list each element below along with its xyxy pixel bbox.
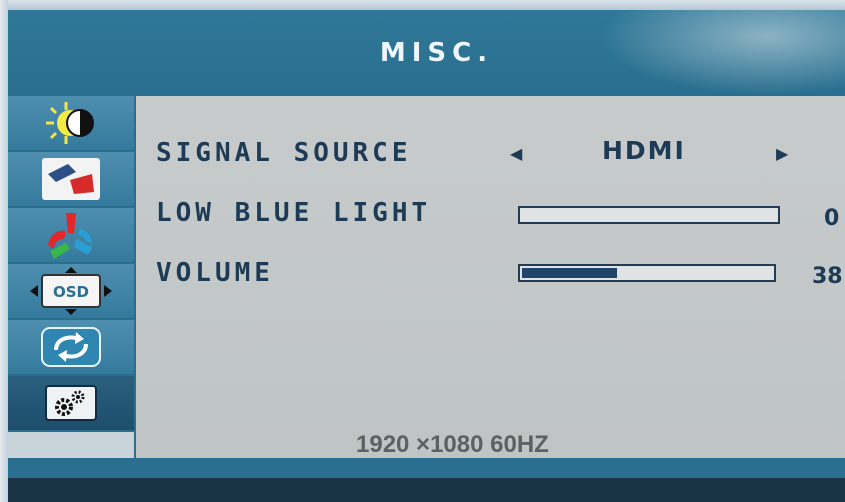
volume-label: VOLUME <box>156 258 274 288</box>
monitor-bezel-left <box>0 0 8 502</box>
reset-icon <box>41 327 101 367</box>
tab-image[interactable] <box>8 152 134 208</box>
osd-title: MISC. <box>379 38 494 68</box>
volume-slider-fill <box>522 268 617 278</box>
color-icon <box>48 213 92 259</box>
osd-menu: MISC. OSD SIGNAL SOURCE ◀ HDMI ▶ LOW BLU… <box>8 10 845 478</box>
monitor-bezel-bottom <box>8 478 845 502</box>
osd-title-bar: MISC. <box>8 10 845 96</box>
image-icon <box>42 158 100 200</box>
volume-value: 38 <box>812 264 843 289</box>
signal-source-left-arrow[interactable]: ◀ <box>510 144 522 163</box>
osd-content-panel: SIGNAL SOURCE ◀ HDMI ▶ LOW BLUE LIGHT 0 … <box>136 96 845 458</box>
tab-brightness-contrast[interactable] <box>8 96 134 152</box>
osd-icon: OSD <box>30 267 112 315</box>
monitor-bezel-top <box>0 0 845 10</box>
low-blue-light-slider[interactable] <box>518 206 780 224</box>
low-blue-light-label: LOW BLUE LIGHT <box>156 198 432 228</box>
gears-icon <box>45 385 97 421</box>
tab-color[interactable] <box>8 208 134 264</box>
signal-source-label: SIGNAL SOURCE <box>156 138 412 168</box>
signal-source-right-arrow[interactable]: ▶ <box>776 144 788 163</box>
tab-misc[interactable] <box>8 376 134 432</box>
tab-reset[interactable] <box>8 320 134 376</box>
osd-icon-text: OSD <box>53 283 89 301</box>
brightness-contrast-icon <box>46 102 94 144</box>
low-blue-light-value: 0 <box>824 206 840 231</box>
signal-source-value: HDMI <box>602 136 686 165</box>
volume-slider[interactable] <box>518 264 776 282</box>
tab-osd[interactable]: OSD <box>8 264 134 320</box>
osd-sidebar: OSD <box>8 96 134 458</box>
resolution-readout: 1920 ×1080 60HZ <box>356 431 549 458</box>
